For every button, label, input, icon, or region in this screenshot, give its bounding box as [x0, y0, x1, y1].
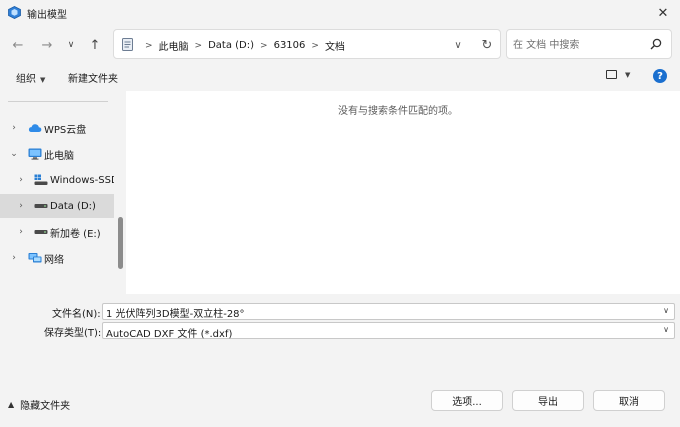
dialog-footer: ▲ 隐藏文件夹 选项... 导出 取消: [0, 375, 680, 427]
view-icon: [606, 70, 617, 79]
chevron-right-icon[interactable]: ›: [16, 201, 26, 211]
chevron-right-icon[interactable]: ›: [16, 175, 26, 185]
chevron-down-icon[interactable]: ⌄: [9, 149, 19, 159]
new-folder-button[interactable]: 新建文件夹: [68, 70, 118, 85]
window-title: 输出模型: [27, 10, 67, 21]
tree-item-this-pc[interactable]: ⌄ 此电脑: [0, 142, 114, 166]
back-button[interactable]: ←: [9, 36, 27, 54]
breadcrumb-item[interactable]: 文档: [325, 38, 345, 53]
filename-combobox[interactable]: ∨: [102, 303, 675, 320]
up-button[interactable]: ↑: [86, 36, 104, 54]
chevron-right-icon: >: [311, 40, 319, 51]
breadcrumb-item[interactable]: Data (D:): [208, 40, 254, 51]
chevron-down-icon: ∨: [67, 40, 75, 50]
file-list-pane[interactable]: 没有与搜索条件匹配的项。: [128, 91, 680, 294]
empty-message: 没有与搜索条件匹配的项。: [338, 106, 458, 117]
drive-icon: [34, 204, 48, 208]
caret-down-icon: ▼: [625, 70, 631, 79]
command-bar: 组织 ▼ 新建文件夹 ▼ ?: [0, 64, 680, 90]
caret-down-icon: ▼: [40, 76, 46, 84]
tree-item-label: WPS云盘: [44, 124, 87, 136]
caret-up-icon: ▲: [8, 400, 15, 409]
tree-item-label: 新加卷 (E:): [50, 228, 101, 240]
document-folder-icon: [122, 38, 133, 51]
help-button[interactable]: ?: [653, 69, 667, 83]
refresh-button[interactable]: ↻: [478, 36, 496, 54]
tree-item-label: Windows-SSD: [50, 174, 114, 186]
tree-item-new-volume-e[interactable]: › 新加卷 (E:): [0, 220, 114, 244]
search-icon: [650, 38, 662, 50]
filetype-select[interactable]: AutoCAD DXF 文件 (*.dxf) ∨: [102, 322, 675, 340]
chevron-down-icon[interactable]: ∨: [663, 306, 669, 315]
title-bar: 输出模型 ✕: [0, 0, 680, 26]
organize-label: 组织: [16, 74, 36, 85]
content-area: › WPS云盘 ⌄ 此电脑 › Windows-SSD › Data (D:) …: [0, 91, 680, 294]
cloud-icon: [28, 124, 42, 132]
address-bar[interactable]: > 此电脑 > Data (D:) > 63106 > 文档 ∨ ↻: [113, 29, 501, 59]
tree-item-windows-ssd[interactable]: › Windows-SSD: [0, 168, 114, 192]
chevron-down-icon[interactable]: ∨: [663, 325, 669, 334]
chevron-right-icon: >: [260, 40, 268, 51]
arrow-right-icon: →: [41, 37, 53, 53]
breadcrumb: > 此电脑 > Data (D:) > 63106 > 文档: [139, 38, 345, 53]
network-icon: [28, 253, 42, 263]
arrow-up-icon: ↑: [89, 37, 101, 53]
tree-item-network[interactable]: › 网络: [0, 246, 114, 270]
export-button[interactable]: 导出: [512, 390, 584, 411]
drive-icon: [34, 230, 48, 234]
chevron-right-icon[interactable]: ›: [16, 227, 26, 237]
forward-button[interactable]: →: [38, 36, 56, 54]
chevron-down-icon: ∨: [454, 39, 462, 51]
computer-icon: [28, 148, 42, 160]
divider: [8, 101, 108, 102]
tree-item-label: Data (D:): [50, 200, 96, 212]
refresh-icon: ↻: [481, 37, 493, 53]
filename-label: 文件名(N):: [52, 309, 101, 320]
address-dropdown-button[interactable]: ∨: [450, 37, 466, 53]
tree-item-label: 网络: [44, 254, 64, 266]
breadcrumb-item[interactable]: 此电脑: [159, 38, 189, 53]
arrow-left-icon: ←: [12, 37, 24, 53]
hide-folders-label: 隐藏文件夹: [20, 401, 71, 412]
tree-item-data-d[interactable]: › Data (D:): [0, 194, 114, 218]
app-icon: [8, 6, 21, 19]
close-button[interactable]: ✕: [646, 0, 680, 26]
chevron-right-icon: >: [194, 40, 203, 51]
chevron-right-icon[interactable]: ›: [9, 123, 19, 133]
search-box[interactable]: [506, 29, 672, 59]
system-drive-icon: [34, 174, 48, 185]
tree-item-label: 此电脑: [44, 150, 74, 162]
close-icon: ✕: [657, 5, 669, 21]
view-options-button[interactable]: ▼: [606, 70, 630, 79]
tree-item-wps-cloud[interactable]: › WPS云盘: [0, 116, 114, 140]
filetype-value: AutoCAD DXF 文件 (*.dxf): [106, 329, 233, 340]
recent-locations-button[interactable]: ∨: [62, 36, 80, 54]
cancel-button[interactable]: 取消: [593, 390, 665, 411]
search-input[interactable]: [513, 37, 643, 53]
chevron-right-icon[interactable]: ›: [9, 253, 19, 263]
filetype-label: 保存类型(T):: [44, 328, 102, 339]
help-icon: ?: [657, 70, 663, 82]
filename-input[interactable]: [106, 305, 646, 319]
chevron-right-icon: >: [145, 40, 153, 51]
hide-folders-button[interactable]: ▲ 隐藏文件夹: [8, 397, 70, 412]
organize-menu-button[interactable]: 组织 ▼: [16, 70, 45, 85]
navigation-bar: ← → ∨ ↑ > 此电脑 > Data (D:) > 63106 > 文档 ∨: [0, 26, 680, 64]
save-form: 文件名(N): ∨ 保存类型(T): AutoCAD DXF 文件 (*.dxf…: [0, 295, 680, 375]
breadcrumb-item[interactable]: 63106: [274, 40, 306, 51]
options-button[interactable]: 选项...: [431, 390, 503, 411]
scrollbar-thumb[interactable]: [118, 217, 123, 269]
navigation-pane: › WPS云盘 ⌄ 此电脑 › Windows-SSD › Data (D:) …: [0, 91, 126, 294]
